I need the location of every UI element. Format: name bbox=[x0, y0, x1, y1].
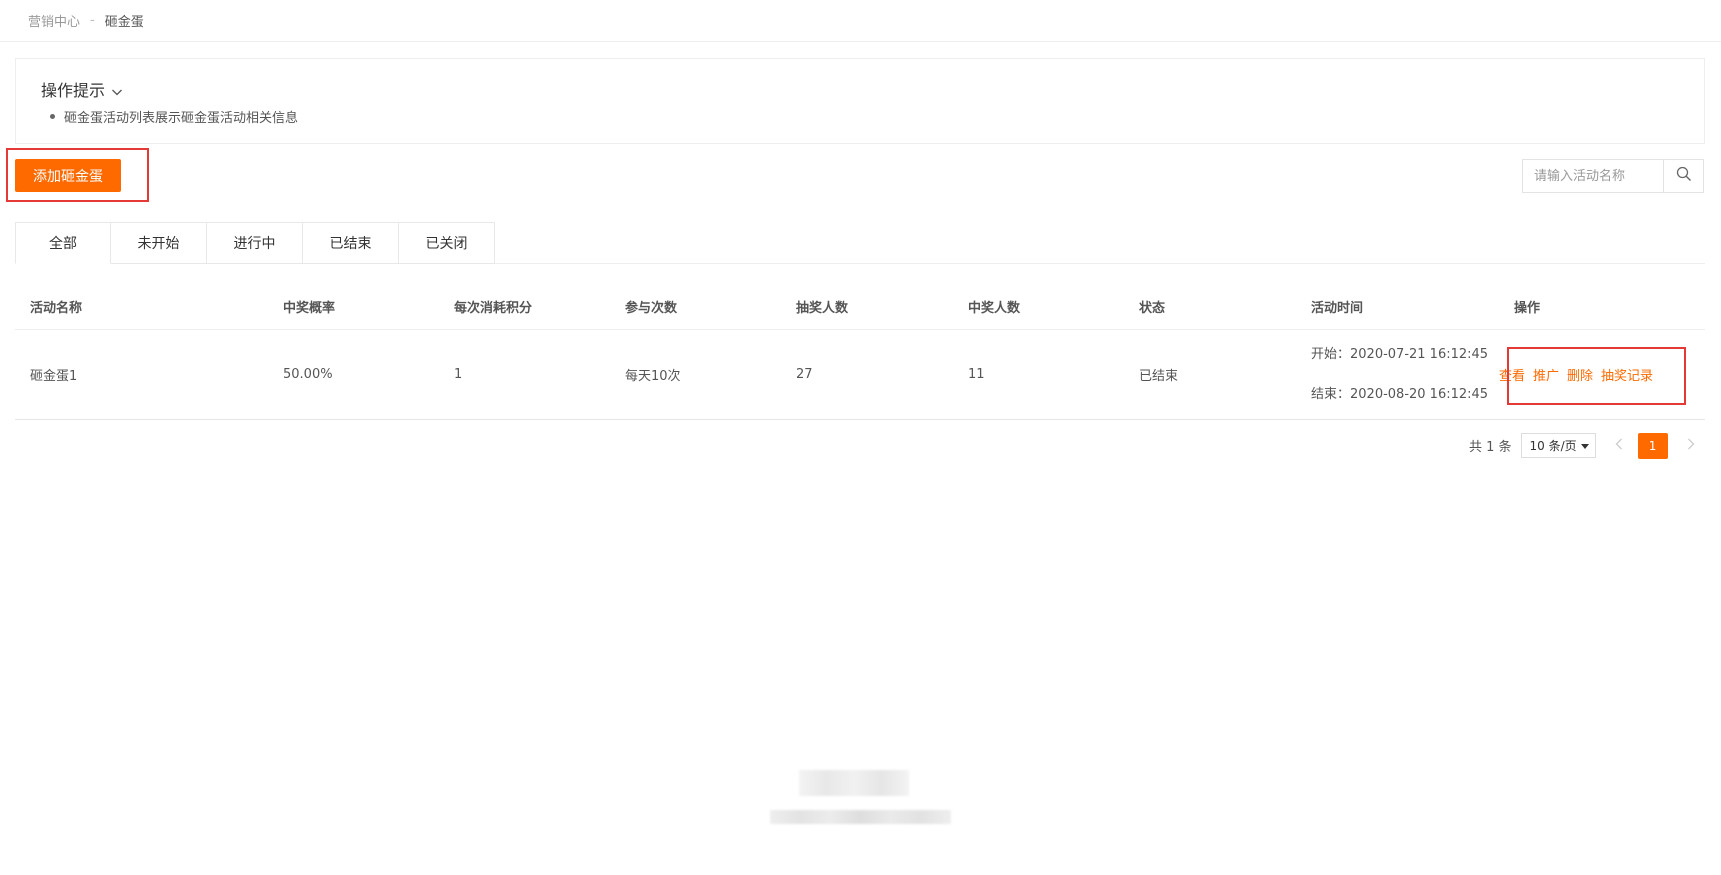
breadcrumb: 营销中心 - 砸金蛋 bbox=[0, 0, 1721, 42]
page-size-value: 10 条/页 bbox=[1529, 439, 1577, 453]
cell-start-time: 开始：2020-07-21 16:12:45 bbox=[1311, 346, 1489, 362]
chevron-left-icon bbox=[1615, 438, 1623, 454]
header-points: 每次消耗积分 bbox=[454, 301, 533, 316]
breadcrumb-current: 砸金蛋 bbox=[104, 15, 144, 30]
header-probability: 中奖概率 bbox=[283, 301, 336, 316]
header-win-count: 中奖人数 bbox=[968, 301, 1021, 316]
highlight-box-actions bbox=[1507, 347, 1686, 405]
tab-ended[interactable]: 已结束 bbox=[303, 222, 399, 264]
cell-status: 已结束 bbox=[1139, 369, 1179, 384]
search-input[interactable] bbox=[1523, 160, 1663, 192]
header-actions: 操作 bbox=[1514, 301, 1541, 316]
cell-time: 开始：2020-07-21 16:12:45 结束：2020-08-20 16:… bbox=[1296, 345, 1499, 405]
search-box bbox=[1522, 159, 1704, 193]
activity-table: 活动名称 中奖概率 每次消耗积分 参与次数 抽奖人数 中奖人数 状态 活动时间 … bbox=[15, 284, 1705, 420]
tips-title: 操作提示 bbox=[41, 81, 106, 100]
cell-end-time: 结束：2020-08-20 16:12:45 bbox=[1311, 386, 1489, 402]
next-page-button[interactable] bbox=[1680, 433, 1702, 458]
pagination-total: 共 1 条 bbox=[1469, 440, 1512, 455]
add-smash-egg-button[interactable]: 添加砸金蛋 bbox=[15, 159, 121, 192]
tips-item-text: 砸金蛋活动列表展示砸金蛋活动相关信息 bbox=[64, 111, 299, 126]
tab-not-started[interactable]: 未开始 bbox=[111, 222, 207, 264]
table-row: 砸金蛋1 50.00% 1 每天10次 27 11 已结束 开始：2020-07… bbox=[15, 330, 1705, 420]
cell-times: 每天10次 bbox=[625, 369, 681, 384]
pagination: 共 1 条 10 条/页 1 bbox=[1469, 432, 1702, 459]
chevron-down-icon bbox=[111, 83, 123, 96]
prev-page-button[interactable] bbox=[1608, 433, 1630, 458]
header-draw-count: 抽奖人数 bbox=[796, 301, 849, 316]
tab-closed[interactable]: 已关闭 bbox=[399, 222, 495, 264]
breadcrumb-parent[interactable]: 营销中心 bbox=[28, 11, 80, 30]
cell-win-count: 11 bbox=[968, 367, 985, 382]
tips-panel: 操作提示 砸金蛋活动列表展示砸金蛋活动相关信息 bbox=[15, 58, 1705, 144]
page-number-current[interactable]: 1 bbox=[1637, 432, 1668, 459]
page-size-select[interactable]: 10 条/页 bbox=[1520, 433, 1596, 458]
tips-item: 砸金蛋活动列表展示砸金蛋活动相关信息 bbox=[50, 107, 298, 126]
page: 营销中心 - 砸金蛋 操作提示 砸金蛋活动列表展示砸金蛋活动相关信息 添加砸金蛋… bbox=[0, 0, 1721, 875]
breadcrumb-separator: - bbox=[90, 13, 95, 28]
blurred-footer-line-1 bbox=[799, 770, 909, 796]
caret-down-icon bbox=[1580, 439, 1589, 453]
cell-probability: 50.00% bbox=[283, 367, 333, 382]
header-status: 状态 bbox=[1139, 301, 1166, 316]
tips-toggle[interactable]: 操作提示 bbox=[41, 77, 123, 101]
blurred-footer-line-2 bbox=[770, 810, 951, 824]
search-button[interactable] bbox=[1663, 160, 1703, 192]
chevron-right-icon bbox=[1687, 438, 1695, 454]
status-tabs: 全部 未开始 进行中 已结束 已关闭 bbox=[15, 222, 495, 264]
header-times: 参与次数 bbox=[625, 301, 678, 316]
header-time: 活动时间 bbox=[1311, 301, 1364, 316]
search-icon bbox=[1676, 166, 1692, 186]
cell-points: 1 bbox=[454, 367, 463, 382]
header-name: 活动名称 bbox=[30, 301, 83, 316]
cell-name: 砸金蛋1 bbox=[30, 369, 78, 384]
cell-draw-count: 27 bbox=[796, 367, 813, 382]
table-header: 活动名称 中奖概率 每次消耗积分 参与次数 抽奖人数 中奖人数 状态 活动时间 … bbox=[15, 284, 1705, 330]
tab-in-progress[interactable]: 进行中 bbox=[207, 222, 303, 264]
tab-all[interactable]: 全部 bbox=[15, 222, 111, 264]
bullet-icon bbox=[50, 114, 55, 119]
